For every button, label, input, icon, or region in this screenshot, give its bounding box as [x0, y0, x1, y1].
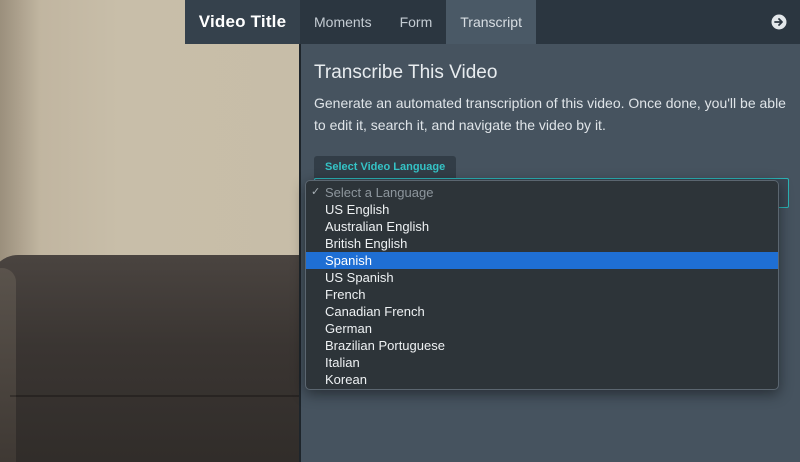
video-frame[interactable] — [0, 0, 300, 462]
panel-description: Generate an automated transcription of t… — [314, 95, 786, 133]
language-option-brazilian-portuguese[interactable]: Brazilian Portuguese — [306, 337, 778, 354]
video-title: Video Title — [185, 0, 300, 44]
tab-form[interactable]: Form — [386, 0, 447, 44]
language-option-australian-english[interactable]: Australian English — [306, 218, 778, 235]
language-option-us-english[interactable]: US English — [306, 201, 778, 218]
video-sofa-arm — [0, 268, 16, 462]
video-sofa — [0, 255, 300, 462]
language-option-spanish[interactable]: Spanish — [306, 252, 778, 269]
language-select-label: Select Video Language — [314, 156, 457, 178]
language-option-italian[interactable]: Italian — [306, 354, 778, 371]
panel-title: Transcribe This Video — [314, 62, 498, 83]
tab-moments[interactable]: Moments — [300, 0, 386, 44]
language-option-us-spanish[interactable]: US Spanish — [306, 269, 778, 286]
app-window: Video Title Moments Form Transcript Tran… — [0, 0, 800, 462]
option-label: Select a Language — [325, 185, 434, 200]
language-option-german[interactable]: German — [306, 320, 778, 337]
language-option-french[interactable]: French — [306, 286, 778, 303]
language-option-british-english[interactable]: British English — [306, 235, 778, 252]
tab-transcript[interactable]: Transcript — [446, 0, 536, 44]
language-option-korean[interactable]: Korean — [306, 371, 778, 388]
top-bar: Video Title Moments Form Transcript — [185, 0, 800, 44]
exit-button[interactable] — [758, 0, 800, 44]
arrow-right-circle-icon — [771, 14, 787, 30]
video-sofa-seam — [10, 395, 300, 397]
checkmark-icon: ✓ — [311, 186, 321, 198]
language-dropdown-menu: ✓ Select a Language US English Australia… — [305, 180, 779, 390]
language-option-canadian-french[interactable]: Canadian French — [306, 303, 778, 320]
language-option-placeholder[interactable]: ✓ Select a Language — [306, 184, 778, 201]
